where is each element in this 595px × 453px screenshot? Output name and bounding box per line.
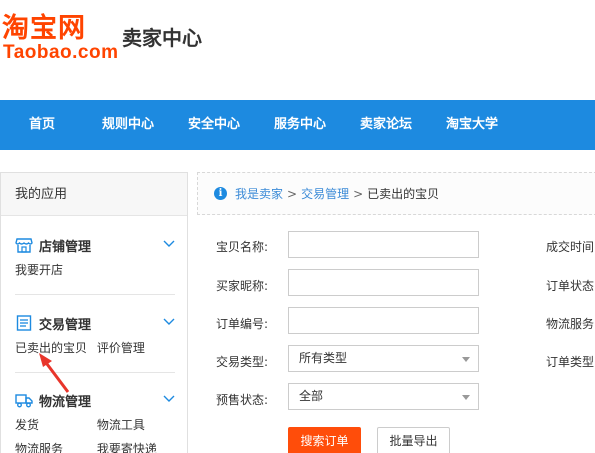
- nav-item-service[interactable]: 服务中心: [274, 100, 326, 150]
- sidebar-header: 我的应用: [1, 173, 187, 216]
- sidebar-section-label: 交易管理: [39, 317, 92, 333]
- search-orders-button[interactable]: 搜索订单: [288, 427, 361, 453]
- caret-down-icon: [462, 395, 470, 400]
- trade-type-select[interactable]: 所有类型: [288, 345, 479, 372]
- trade-type-value: 所有类型: [299, 351, 348, 365]
- nav-item-forum[interactable]: 卖家论坛: [360, 100, 412, 150]
- logistics-service-label: 物流服务: [546, 317, 595, 331]
- nav-item-university[interactable]: 淘宝大学: [446, 100, 498, 150]
- annotation-arrow-icon: [39, 353, 70, 393]
- breadcrumb: i 我是卖家 > 交易管理 > 已卖出的宝贝: [197, 172, 595, 215]
- presale-label: 预售状态:: [216, 393, 269, 407]
- nav-item-home[interactable]: 首页: [29, 100, 55, 150]
- order-no-input[interactable]: [288, 307, 479, 334]
- sidebar-link-open-store[interactable]: 我要开店: [15, 263, 63, 277]
- chevron-down-icon[interactable]: [163, 392, 175, 404]
- header: 淘宝网 Taobao.com 卖家中心: [0, 0, 595, 100]
- info-icon: i: [214, 187, 227, 200]
- order-type-label: 订单类型: [546, 355, 595, 369]
- breadcrumb-link-seller[interactable]: 我是卖家: [235, 185, 283, 202]
- breadcrumb-separator: >: [353, 186, 364, 201]
- deal-time-label: 成交时间: [546, 240, 595, 254]
- taobao-logo[interactable]: 淘宝网: [2, 6, 86, 45]
- order-no-label: 订单编号:: [216, 317, 269, 331]
- truck-icon: [15, 391, 33, 409]
- breadcrumb-link-trade[interactable]: 交易管理: [301, 185, 349, 202]
- sidebar-link-logistics-tools[interactable]: 物流工具: [97, 418, 145, 432]
- taobao-logo-en[interactable]: Taobao.com: [3, 42, 119, 64]
- trade-type-label: 交易类型:: [216, 355, 269, 369]
- sidebar: 我的应用 店铺管理 我要开店 交易管理 已卖出的宝贝 评价管理 物流管理 发货 …: [0, 172, 188, 453]
- sidebar-section-title[interactable]: 店铺管理: [15, 235, 91, 255]
- presale-select[interactable]: 全部: [288, 383, 479, 410]
- item-name-input[interactable]: [288, 231, 479, 258]
- breadcrumb-separator: >: [287, 186, 298, 201]
- store-icon: [15, 236, 33, 254]
- sidebar-section-title[interactable]: 交易管理: [15, 313, 91, 333]
- divider: [15, 294, 175, 295]
- breadcrumb-current: 已卖出的宝贝: [367, 187, 440, 201]
- chevron-down-icon[interactable]: [163, 315, 175, 327]
- chevron-down-icon[interactable]: [163, 237, 175, 249]
- order-list-icon: [15, 314, 33, 332]
- buyer-nick-input[interactable]: [288, 269, 479, 296]
- sidebar-link-send-express[interactable]: 我要寄快递: [97, 442, 157, 453]
- sidebar-link-reviews[interactable]: 评价管理: [97, 341, 145, 355]
- nav-item-rules[interactable]: 规则中心: [102, 100, 154, 150]
- sidebar-link-logistics-service[interactable]: 物流服务: [15, 440, 87, 453]
- presale-value: 全部: [299, 389, 324, 403]
- bulk-export-button[interactable]: 批量导出: [377, 427, 450, 453]
- item-name-label: 宝贝名称:: [216, 240, 269, 254]
- order-status-label: 订单状态: [546, 279, 595, 293]
- top-nav: 首页 规则中心 安全中心 服务中心 卖家论坛 淘宝大学: [0, 100, 595, 150]
- nav-item-security[interactable]: 安全中心: [188, 100, 240, 150]
- sidebar-link-ship[interactable]: 发货: [15, 416, 87, 433]
- sidebar-section-label: 店铺管理: [39, 239, 92, 255]
- buyer-nick-label: 买家昵称:: [216, 279, 269, 293]
- caret-down-icon: [462, 357, 470, 362]
- page-title: 卖家中心: [122, 26, 202, 50]
